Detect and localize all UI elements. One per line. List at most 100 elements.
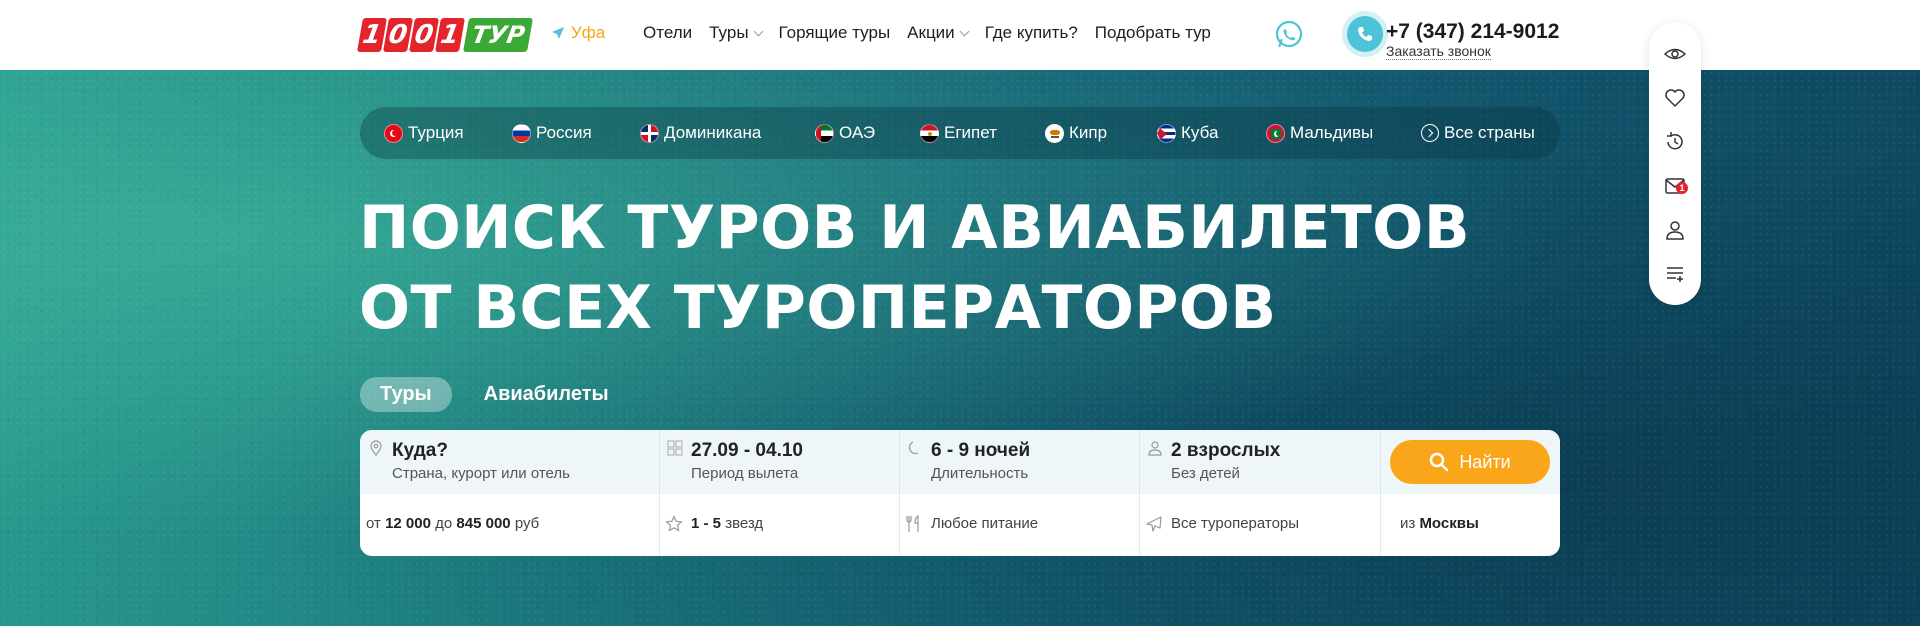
country-link-uae[interactable]: ОАЭ [815, 123, 875, 143]
logo-word: ТУР [463, 18, 534, 52]
operators-filter[interactable]: Все туроператоры [1139, 494, 1381, 556]
nights-hint: Длительность [931, 465, 1029, 482]
flag-cyprus-icon [1045, 123, 1064, 143]
operators-value: Все туроператоры [1171, 515, 1300, 532]
city-selector[interactable]: Уфа [551, 23, 605, 43]
nights-value: 6 - 9 ночей [931, 440, 1031, 461]
country-label: Мальдивы [1290, 123, 1374, 142]
tour-search-form: Куда? Страна, курорт или отель 27.09 - 0… [360, 430, 1560, 556]
country-label: Египет [944, 123, 997, 142]
dates-hint: Период вылета [691, 465, 799, 482]
logo-digit: 0 [409, 18, 439, 52]
logo-digit: 1 [435, 18, 465, 52]
nav-label: Отели [643, 23, 693, 42]
user-icon[interactable] [1663, 218, 1687, 242]
nav-item-tours[interactable]: Туры [709, 23, 763, 43]
whatsapp-icon[interactable] [1273, 19, 1305, 51]
country-link-egypt[interactable]: Египет [920, 123, 997, 143]
meal-value: Любое питание [931, 515, 1039, 532]
country-label: Все страны [1444, 123, 1535, 142]
logo[interactable]: 1 0 0 1 ТУР [357, 18, 534, 52]
main-nav: Отели Туры Горящие туры Акции Где купить… [643, 23, 1228, 43]
heart-icon[interactable] [1663, 86, 1687, 110]
country-link-cyprus[interactable]: Кипр [1045, 123, 1107, 143]
tourists-field[interactable]: 2 взрослых Без детей [1139, 430, 1381, 494]
eye-icon[interactable] [1663, 42, 1687, 66]
title-line: ОТ ВСЕХ ТУРОПЕРАТОРОВ [359, 273, 1277, 343]
nav-item-promotions[interactable]: Акции [907, 23, 970, 43]
tourists-hint: Без детей [1171, 465, 1240, 482]
flag-uae-icon [815, 123, 834, 143]
stars-range: 1 - 5 звезд [691, 515, 763, 532]
chevron-down-icon [753, 26, 763, 36]
flag-cuba-icon [1157, 123, 1176, 143]
callback-link[interactable]: Заказать звонок [1386, 43, 1491, 60]
circle-arrow-right-icon [1421, 124, 1439, 142]
country-label: Кипр [1069, 123, 1108, 142]
compare-list-icon[interactable] [1663, 262, 1687, 286]
search-tabs: Туры Авиабилеты [360, 377, 629, 412]
moon-icon [908, 441, 919, 455]
departure-city-filter[interactable]: из Москвы [1380, 494, 1560, 556]
country-link-russia[interactable]: Россия [512, 123, 592, 143]
stars-filter[interactable]: 1 - 5 звезд [659, 494, 900, 556]
price-to-label: до [435, 515, 453, 532]
flag-dominican-republic-icon [640, 123, 659, 143]
chevron-down-icon [959, 26, 970, 36]
star-icon [665, 515, 683, 532]
price-from-value: 12 000 [385, 515, 431, 532]
phone-icon [1358, 27, 1372, 41]
country-link-maldives[interactable]: Мальдивы [1266, 123, 1373, 143]
person-icon [1148, 441, 1162, 456]
site-header: 1 0 0 1 ТУР Уфа Отели Туры Горящие туры … [0, 0, 1920, 70]
hero-section: Турция Россия Доминикана ОАЭ Египет Кипр… [0, 70, 1920, 626]
nav-item-where-to-buy[interactable]: Где купить? [985, 23, 1078, 43]
departure-prefix: из [1400, 515, 1416, 532]
country-label: Россия [536, 123, 592, 142]
destination-field[interactable]: Куда? Страна, курорт или отель [360, 430, 660, 494]
history-icon[interactable] [1663, 130, 1687, 154]
nav-label: Где купить? [984, 23, 1078, 42]
nav-item-hotels[interactable]: Отели [643, 23, 692, 43]
price-currency: руб [514, 515, 540, 532]
tab-tours[interactable]: Туры [360, 377, 452, 412]
find-button-label: Найти [1459, 451, 1511, 472]
phone-button[interactable] [1347, 16, 1383, 52]
location-arrow-icon [552, 27, 564, 39]
location-pin-icon [370, 440, 382, 456]
logo-digit: 1 [357, 18, 387, 52]
nights-field[interactable]: 6 - 9 ночей Длительность [899, 430, 1140, 494]
phone-number[interactable]: +7 (347) 214-9012 [1386, 20, 1559, 44]
country-label: Куба [1181, 123, 1219, 142]
meal-filter[interactable]: Любое питание [899, 494, 1140, 556]
country-link-dominican[interactable]: Доминикана [640, 123, 761, 143]
stars-label: звезд [725, 515, 764, 532]
nav-label: Подобрать тур [1094, 23, 1211, 42]
nav-label: Горящие туры [778, 23, 891, 42]
dates-field[interactable]: 27.09 - 04.10 Период вылета [659, 430, 900, 494]
nav-item-tour-picker[interactable]: Подобрать тур [1095, 23, 1211, 43]
country-link-turkey[interactable]: Турция [384, 123, 464, 143]
search-filter-row: от 12 000 до 845 000 руб 1 - 5 звезд Люб… [360, 494, 1560, 556]
flag-maldives-icon [1266, 123, 1285, 143]
destination-title: Куда? [392, 440, 448, 461]
mail-button[interactable]: 1 [1663, 174, 1688, 198]
flag-turkey-icon [384, 123, 403, 143]
all-countries-link[interactable]: Все страны [1421, 123, 1535, 143]
departure-city-name: Москвы [1419, 515, 1479, 532]
price-filter[interactable]: от 12 000 до 845 000 руб [360, 494, 660, 556]
country-label: Доминикана [664, 123, 762, 142]
page-title: ПОИСК ТУРОВ И АВИАБИЛЕТОВ ОТ ВСЕХ ТУРОПЕ… [359, 188, 1470, 348]
price-to-value: 845 000 [456, 515, 511, 532]
country-quick-links: Турция Россия Доминикана ОАЭ Египет Кипр… [360, 107, 1560, 159]
destination-hint: Страна, курорт или отель [392, 465, 570, 482]
country-label: ОАЭ [839, 123, 876, 142]
tab-flights[interactable]: Авиабилеты [464, 377, 629, 412]
find-button[interactable]: Найти [1390, 440, 1550, 484]
price-range: от 12 000 до 845 000 руб [366, 515, 539, 532]
quick-actions-panel: 1 [1649, 22, 1701, 305]
nav-item-hot-tours[interactable]: Горящие туры [779, 23, 891, 43]
dates-value: 27.09 - 04.10 [691, 440, 803, 461]
title-line: ПОИСК ТУРОВ И АВИАБИЛЕТОВ [359, 193, 1471, 263]
country-link-cuba[interactable]: Куба [1157, 123, 1218, 143]
